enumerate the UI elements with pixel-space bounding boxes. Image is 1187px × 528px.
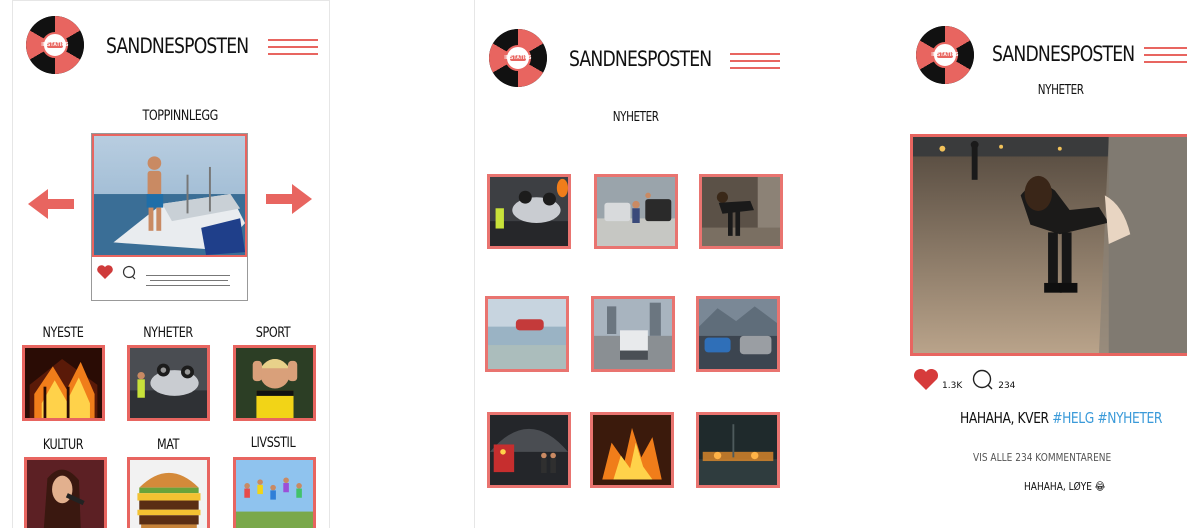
man-on-sinking-boat-photo bbox=[94, 136, 245, 255]
featured-post-image[interactable] bbox=[92, 134, 247, 257]
caption-line bbox=[146, 275, 230, 276]
hamburger-menu-icon[interactable] bbox=[1144, 45, 1187, 65]
post-caption: HAHAHA, KVER #HELG #NYHETER bbox=[960, 409, 1162, 427]
woman-at-window-photo bbox=[702, 177, 780, 246]
burning-house-photo bbox=[25, 348, 102, 418]
comment-icon[interactable] bbox=[971, 369, 995, 391]
crashed-car-photo bbox=[699, 299, 777, 369]
category-label-sport: SPORT bbox=[255, 325, 291, 341]
category-tile-mat[interactable] bbox=[127, 457, 210, 528]
category-label-kultur: KULTUR bbox=[42, 437, 84, 453]
heart-icon[interactable] bbox=[913, 369, 939, 391]
hashtag-helg[interactable]: #HELG bbox=[1052, 409, 1094, 427]
caption-line bbox=[150, 280, 228, 281]
news-tile-8[interactable] bbox=[590, 412, 674, 488]
category-tile-nyheter[interactable] bbox=[127, 345, 210, 421]
news-tile-9[interactable] bbox=[696, 412, 780, 488]
post-stats: 1.3K 234 bbox=[913, 369, 1015, 391]
category-label-nyheter: NYHETER bbox=[143, 325, 193, 341]
brand-title: SANDNESPOSTEN bbox=[992, 42, 1135, 66]
news-tile-6[interactable] bbox=[696, 296, 780, 372]
night-fire-photo bbox=[699, 415, 777, 485]
featured-post-card[interactable] bbox=[91, 133, 248, 301]
insta-tips-logo[interactable]: INSTATIPS bbox=[489, 29, 547, 87]
hamburger-menu-icon[interactable] bbox=[730, 51, 780, 71]
overturned-car-photo bbox=[130, 348, 207, 418]
news-tile-3[interactable] bbox=[699, 174, 783, 249]
section-title: NYHETER bbox=[1037, 83, 1084, 98]
news-tile-5[interactable] bbox=[591, 296, 675, 372]
comment-item: HAHAHA, LØYE 😂 bbox=[1024, 480, 1105, 493]
arrow-right-icon[interactable] bbox=[266, 184, 312, 214]
comment-icon[interactable] bbox=[122, 265, 137, 280]
football-player-photo bbox=[236, 348, 313, 418]
section-title: NYHETER bbox=[612, 110, 659, 125]
brand-title: SANDNESPOSTEN bbox=[569, 47, 712, 71]
firefighters-tunnel-photo bbox=[490, 415, 568, 485]
car-accident-photo bbox=[597, 177, 675, 246]
home-screen: INSTATIPS SANDNESPOSTEN TOPPINNLEGG NYES… bbox=[12, 0, 330, 528]
post-screen: INSTATIPS SANDNESPOSTEN NYHETER 1.3K 234… bbox=[900, 0, 1187, 528]
hamburger-menu-icon[interactable] bbox=[268, 37, 318, 57]
brand-title: SANDNESPOSTEN bbox=[106, 34, 249, 58]
insta-tips-logo[interactable]: INSTATIPS bbox=[26, 16, 84, 74]
jumping-people-photo bbox=[236, 460, 313, 528]
category-label-mat: MAT bbox=[156, 437, 180, 453]
news-screen: INSTATIPS SANDNESPOSTEN NYHETER bbox=[474, 0, 796, 528]
news-tile-4[interactable] bbox=[485, 296, 569, 372]
category-label-nyeste: NYESTE bbox=[42, 325, 84, 341]
section-title: TOPPINNLEGG bbox=[142, 108, 218, 124]
view-all-comments-link[interactable]: VIS ALLE 234 KOMMENTARENE bbox=[973, 451, 1111, 464]
hashtag-nyheter[interactable]: #NYHETER bbox=[1097, 409, 1162, 427]
post-image[interactable] bbox=[910, 134, 1187, 356]
caption-line bbox=[146, 285, 230, 286]
comment-text: HAHAHA, LØYE bbox=[1024, 480, 1092, 493]
heart-icon[interactable] bbox=[96, 265, 114, 280]
news-tile-2[interactable] bbox=[594, 174, 678, 249]
comments-count: 234 bbox=[998, 381, 1016, 391]
category-tile-sport[interactable] bbox=[233, 345, 316, 421]
news-tile-1[interactable] bbox=[487, 174, 571, 249]
car-in-water-photo bbox=[488, 299, 566, 369]
parking-lot-photo bbox=[594, 299, 672, 369]
insta-tips-logo[interactable]: INSTATIPS bbox=[916, 26, 974, 84]
likes-count: 1.3K bbox=[942, 381, 963, 391]
singer-photo bbox=[27, 460, 104, 528]
category-label-livsstil: LIVSSTIL bbox=[250, 435, 296, 451]
laughing-emoji-icon: 😂 bbox=[1094, 480, 1106, 493]
category-tile-nyeste[interactable] bbox=[22, 345, 105, 421]
caption-text: HAHAHA, KVER bbox=[960, 409, 1049, 427]
arrow-left-icon[interactable] bbox=[28, 189, 74, 219]
category-tile-livsstil[interactable] bbox=[233, 457, 316, 528]
car-fire-photo bbox=[593, 415, 671, 485]
overturned-car-photo bbox=[490, 177, 568, 246]
woman-at-window-photo bbox=[913, 137, 1187, 353]
news-tile-7[interactable] bbox=[487, 412, 571, 488]
burger-photo bbox=[130, 460, 207, 528]
category-tile-kultur[interactable] bbox=[24, 457, 107, 528]
